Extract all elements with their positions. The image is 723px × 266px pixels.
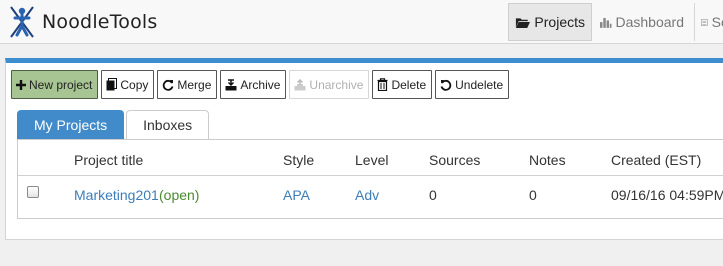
header-divider [18,175,723,176]
archive-button[interactable]: Archive [220,70,287,99]
undo-icon [440,79,452,91]
column-header-created[interactable]: Created (EST) [611,152,701,168]
merge-label: Merge [177,77,212,92]
copy-button[interactable]: Copy [101,70,155,99]
project-style-link[interactable]: APA [283,187,310,203]
nav-tab-projects[interactable]: Projects [508,3,592,41]
archive-icon [225,78,237,90]
projects-table: Project title Style Level Sources Notes … [17,139,723,219]
project-notes-count: 0 [529,187,537,203]
nav-tab-dashboard[interactable]: Dashboard [594,3,690,41]
delete-label: Delete [391,77,427,92]
tab-inboxes[interactable]: Inboxes [126,110,210,139]
plus-icon [16,79,26,90]
tab-my-projects[interactable]: My Projects [17,110,125,139]
unarchive-label: Unarchive [309,77,364,92]
nav-projects-label: Projects [534,14,585,30]
new-project-label: New project [29,77,93,92]
folder-open-icon [515,17,530,28]
column-header-style[interactable]: Style [283,152,314,168]
project-tabs: My Projects Inboxes [17,110,211,139]
delete-button[interactable]: Delete [372,70,433,99]
projects-panel: New project Copy Merge Archive Unarchive… [5,58,723,240]
new-project-button[interactable]: New project [11,70,99,99]
project-sources-count: 0 [429,187,437,203]
project-title-link[interactable]: Marketing201 [74,187,159,203]
nav-next-label: Sc [711,14,723,30]
column-header-level[interactable]: Level [355,152,388,168]
project-toolbar: New project Copy Merge Archive Unarchive… [11,70,512,99]
noodletools-logo-icon [10,6,34,38]
project-level-link[interactable]: Adv [355,187,379,203]
brand-name: NoodleTools [42,11,158,33]
trash-icon [377,78,388,91]
archive-label: Archive [240,77,281,92]
undelete-label: Undelete [455,77,504,92]
project-created-date: 09/16/16 04:59PM [611,187,723,203]
merge-button[interactable]: Merge [157,70,218,99]
unarchive-button[interactable]: Unarchive [289,70,370,99]
row-select-checkbox[interactable] [27,186,39,198]
nav-dashboard-label: Dashboard [615,14,685,30]
column-header-sources[interactable]: Sources [429,152,480,168]
column-header-notes[interactable]: Notes [529,152,566,168]
unarchive-icon [294,78,306,90]
copy-label: Copy [120,77,149,92]
column-header-title[interactable]: Project title [74,152,143,168]
project-status: (open) [159,187,200,203]
refresh-icon [163,79,174,91]
undelete-button[interactable]: Undelete [435,70,510,99]
copy-icon [106,78,118,91]
bar-chart-icon [600,17,612,28]
brand[interactable]: NoodleTools [4,5,158,39]
list-icon [701,18,708,26]
nav-tab-next[interactable]: Sc [694,3,723,41]
top-navbar: NoodleTools Projects Dashboard Sc [0,0,723,44]
